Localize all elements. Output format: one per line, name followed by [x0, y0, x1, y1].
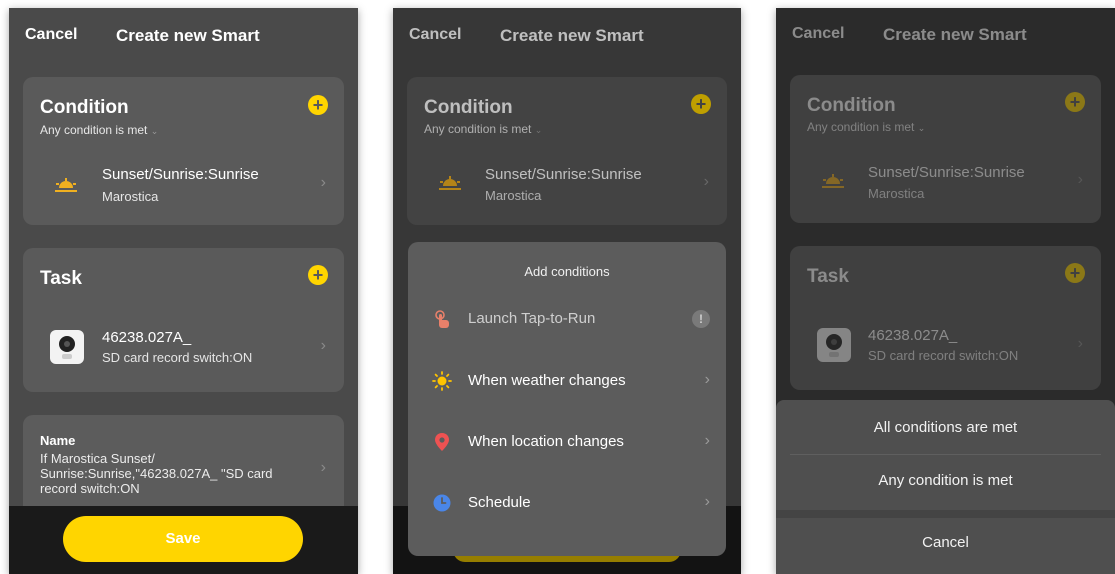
- screen-create-smart: Cancel Create new Smart Condition Any co…: [9, 8, 358, 574]
- task-title: Task: [40, 268, 82, 289]
- task-card: Task + 46238.027A_ SD card record switch…: [23, 248, 344, 392]
- chevron-right-icon: ›: [320, 337, 326, 354]
- task-item-title: 46238.027A_: [102, 329, 192, 346]
- add-condition-icon: +: [1065, 92, 1085, 112]
- clock-icon: [433, 494, 451, 512]
- save-button[interactable]: Save: [63, 516, 303, 562]
- add-task-icon: +: [1065, 263, 1085, 283]
- camera-icon: [50, 330, 84, 364]
- condition-item-title: Sunset/Sunrise:Sunrise: [868, 164, 1025, 181]
- condition-mode-selector: Any condition is met ⌄: [807, 120, 926, 134]
- add-conditions-sheet: Add conditions Launch Tap-to-Run ! When: [408, 242, 726, 556]
- chevron-right-icon: ›: [1077, 171, 1083, 188]
- screen-add-conditions: Cancel Create new Smart Condition Any co…: [393, 8, 741, 574]
- task-item-subtitle: SD card record switch:ON: [102, 350, 253, 365]
- sun-icon: [432, 371, 452, 391]
- option-label: Launch Tap-to-Run: [468, 310, 596, 327]
- location-pin-icon: [435, 433, 449, 451]
- option-label: When weather changes: [468, 372, 626, 389]
- cancel-button[interactable]: Cancel: [25, 26, 77, 44]
- condition-card: Condition Any condition is met ⌄ + Sunse…: [23, 77, 344, 225]
- chevron-right-icon: ›: [1077, 335, 1083, 352]
- option-label: When location changes: [468, 433, 624, 450]
- sheet-title: Add conditions: [524, 264, 610, 279]
- task-item-subtitle: SD card record switch:ON: [868, 348, 1019, 363]
- name-label: Name: [40, 433, 76, 448]
- option-tap-to-run[interactable]: Launch Tap-to-Run !: [408, 299, 726, 339]
- tap-icon: [435, 310, 449, 328]
- chevron-right-icon: ›: [704, 493, 710, 510]
- option-weather[interactable]: When weather changes ›: [408, 361, 726, 401]
- option-schedule[interactable]: Schedule ›: [408, 483, 726, 523]
- chevron-right-icon: ›: [704, 371, 710, 388]
- sheet-cancel-button[interactable]: Cancel: [776, 517, 1115, 569]
- condition-item-subtitle: Marostica: [102, 189, 159, 204]
- cancel-button: Cancel: [792, 25, 845, 42]
- screen-condition-mode: Cancel Create new Smart Condition Any co…: [776, 8, 1115, 574]
- condition-item-subtitle: Marostica: [868, 186, 925, 201]
- info-icon: !: [692, 310, 710, 328]
- condition-mode-selector[interactable]: Any condition is met ⌄: [40, 123, 158, 137]
- option-any-condition[interactable]: Any condition is met: [776, 455, 1115, 507]
- condition-mode-sheet: All conditions are met Any condition is …: [776, 400, 1115, 574]
- chevron-right-icon: ›: [704, 432, 710, 449]
- option-location[interactable]: When location changes ›: [408, 422, 726, 462]
- option-all-conditions[interactable]: All conditions are met: [776, 402, 1115, 454]
- task-card: Task + 46238.027A_ SD card record switch…: [790, 246, 1101, 390]
- condition-item-title: Sunset/Sunrise:Sunrise: [102, 166, 259, 183]
- camera-icon: [817, 328, 851, 362]
- name-value: If Marostica Sunset/ Sunrise:Sunrise,"46…: [40, 451, 273, 496]
- chevron-right-icon: ›: [320, 174, 326, 191]
- page-title: Create new Smart: [116, 26, 260, 45]
- task-item-title: 46238.027A_: [868, 327, 958, 344]
- option-label: Schedule: [468, 494, 531, 511]
- page-title: Create new Smart: [883, 25, 1027, 44]
- condition-title: Condition: [40, 97, 129, 118]
- chevron-right-icon: ›: [320, 459, 326, 476]
- add-condition-icon[interactable]: +: [308, 95, 328, 115]
- condition-card: Condition Any condition is met ⌄ + Sunse…: [790, 75, 1101, 223]
- condition-title: Condition: [807, 95, 896, 116]
- sunrise-icon: [55, 178, 77, 192]
- add-task-icon[interactable]: +: [308, 265, 328, 285]
- task-title: Task: [807, 266, 849, 287]
- sunrise-icon: [822, 174, 844, 188]
